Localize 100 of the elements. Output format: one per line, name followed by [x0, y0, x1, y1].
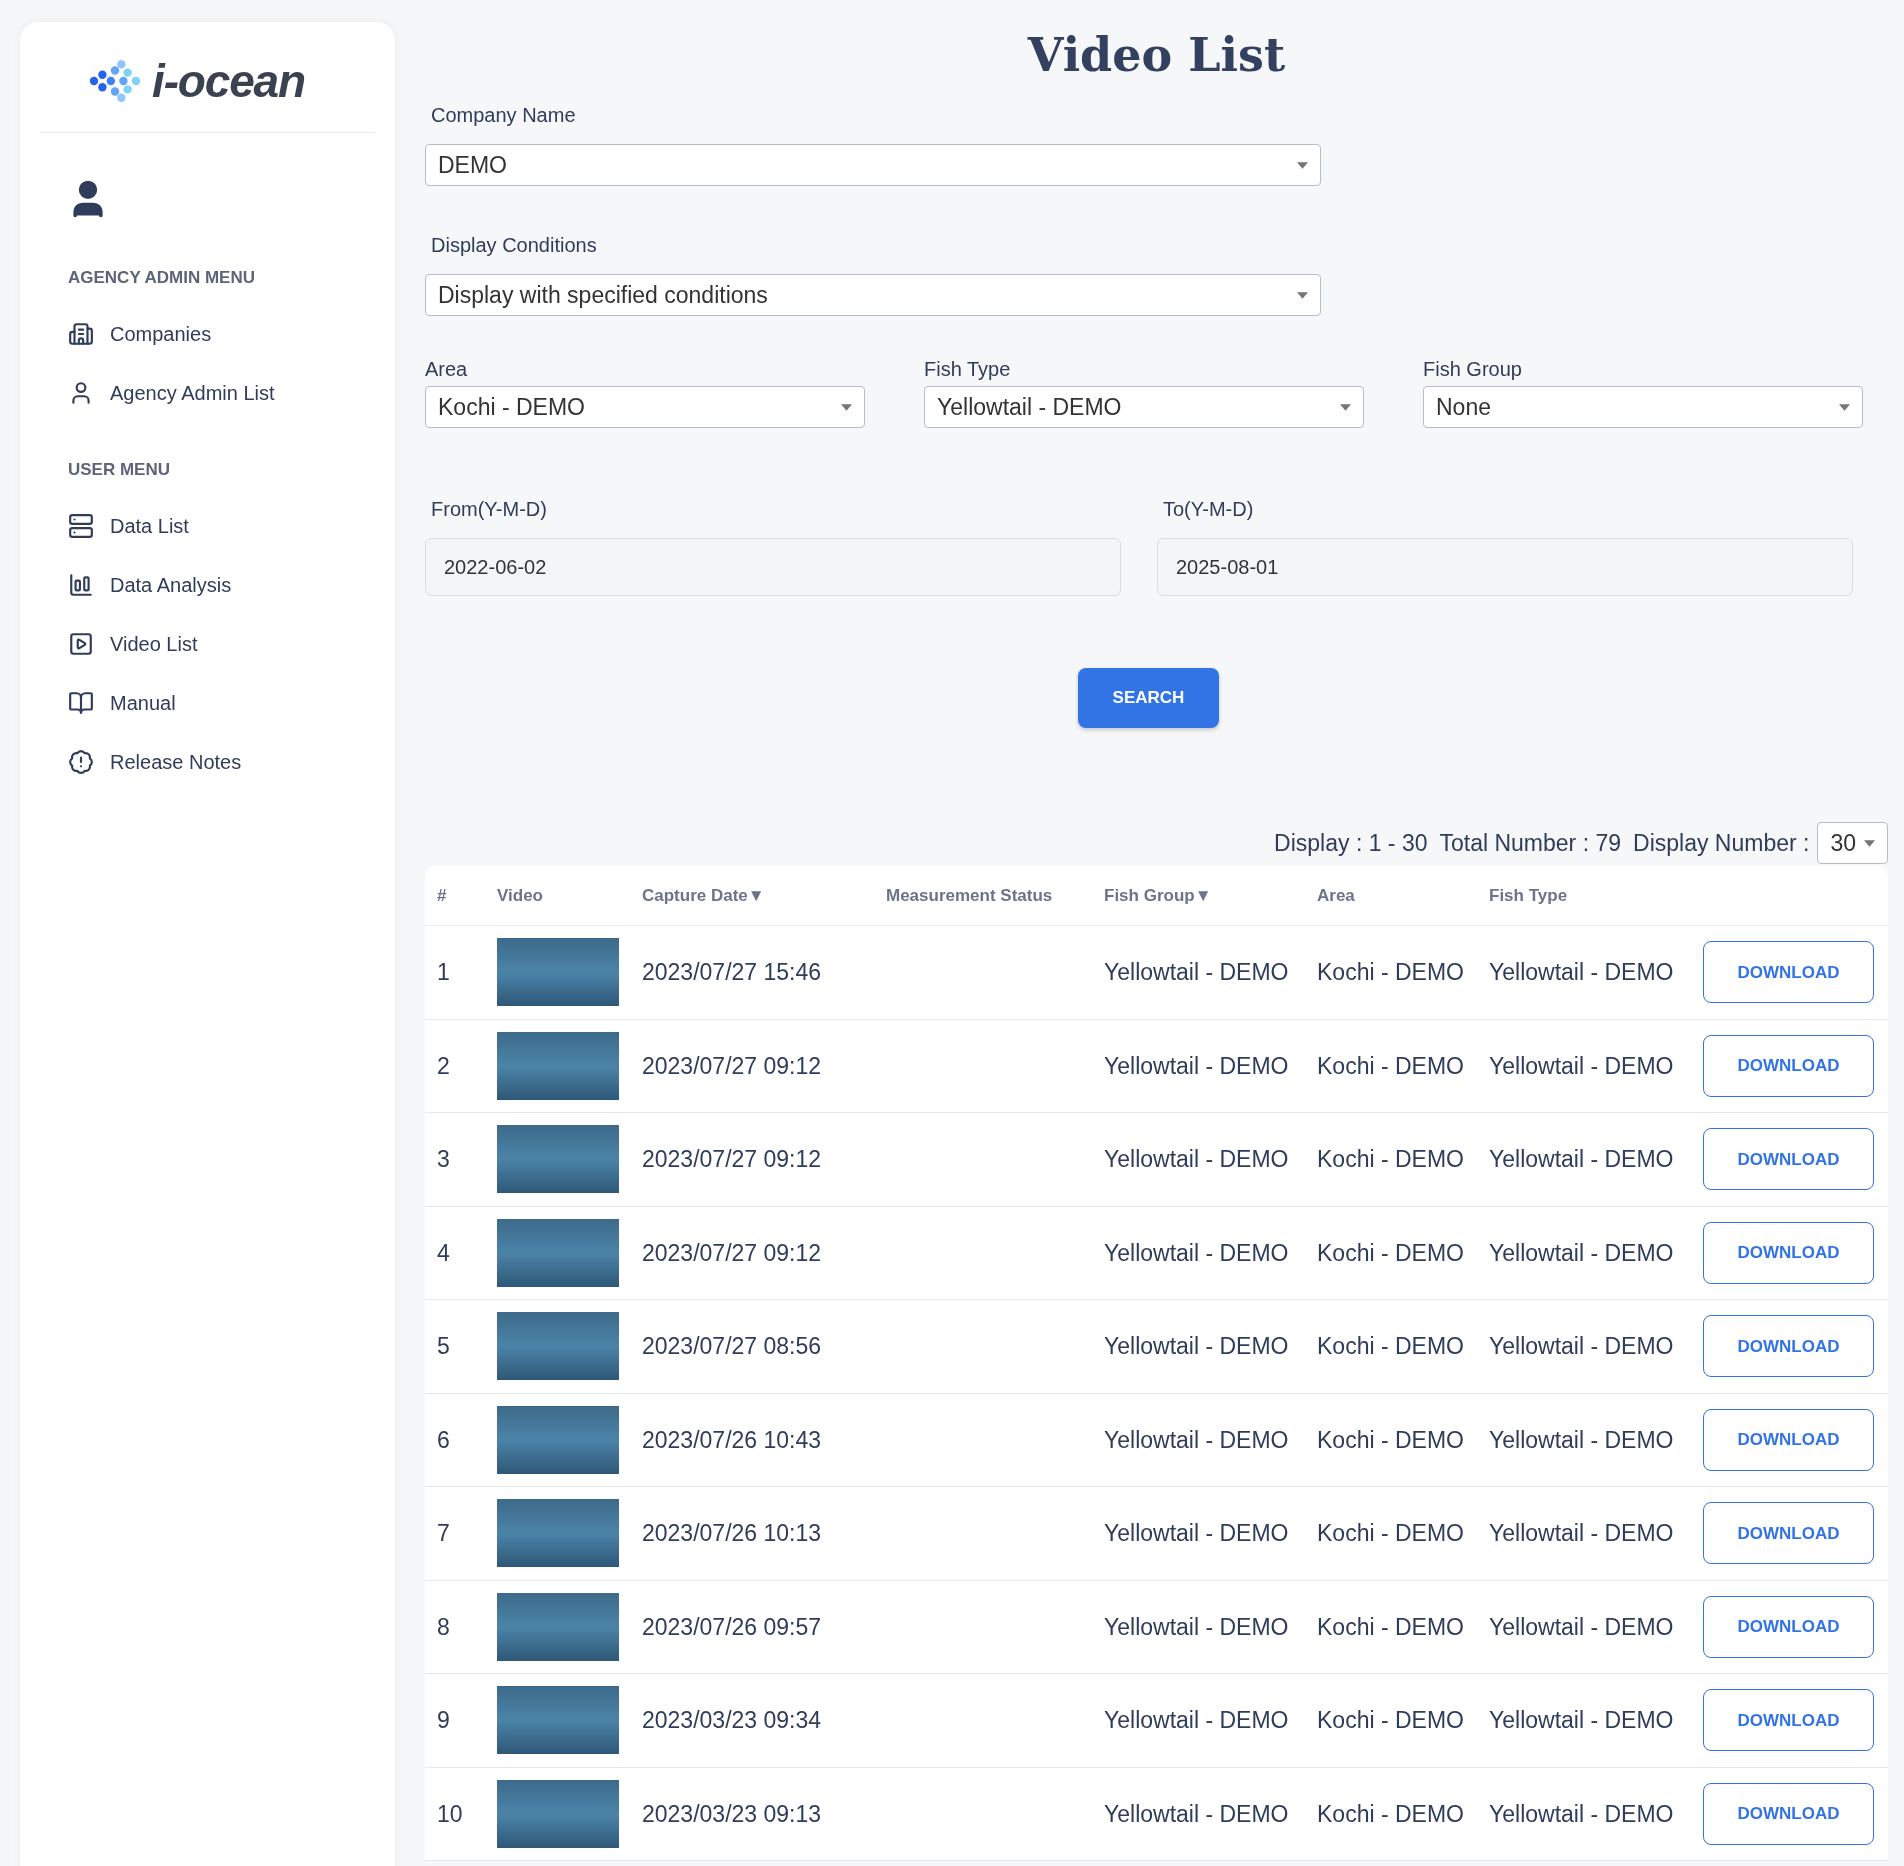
fish-group: Yellowtail - DEMO	[1104, 1329, 1317, 1364]
select-field[interactable]: DEMO	[425, 144, 1321, 186]
video-thumbnail[interactable]	[497, 938, 619, 1007]
capture-date: 2023/07/26 10:43	[642, 1425, 823, 1455]
row-number: 9	[437, 1706, 451, 1735]
download-button[interactable]: DOWNLOAD	[1703, 941, 1874, 1004]
video-thumbnail[interactable]	[497, 1405, 619, 1474]
column-header: Measurement Status	[886, 884, 1054, 907]
fish-type: Yellowtail - DEMO	[1489, 1332, 1675, 1361]
area: Kochi - DEMO	[1317, 1235, 1489, 1270]
download-button[interactable]: DOWNLOAD	[1703, 1595, 1874, 1658]
capture-date: 2023/07/27 15:46	[642, 958, 823, 987]
building-icon	[68, 321, 94, 347]
column-header[interactable]: Capture Date▼	[642, 882, 886, 909]
search-button[interactable]: SEARCH	[1078, 668, 1219, 728]
area: Kochi - DEMO	[1317, 1048, 1489, 1083]
bar-chart-icon	[68, 571, 94, 598]
select-field[interactable]: None	[1423, 386, 1863, 428]
video-thumbnail[interactable]	[497, 1592, 619, 1661]
fish-type: Yellowtail - DEMO	[1489, 1612, 1675, 1642]
caret-icon	[1297, 291, 1308, 299]
column-header[interactable]: Fish Group▼	[1104, 882, 1317, 909]
video-thumbnail[interactable]	[497, 1686, 619, 1755]
row-number: 8	[437, 1612, 451, 1642]
display-number-select[interactable]: 30	[1817, 822, 1888, 864]
fish-type: Yellowtail - DEMO	[1489, 1425, 1675, 1455]
fish-group: Yellowtail - DEMO	[1104, 1609, 1317, 1644]
capture-date: 2023/07/27 09:12	[642, 1145, 823, 1174]
video-thumbnail[interactable]	[497, 1125, 619, 1194]
column-header: Area	[1317, 884, 1356, 907]
row-number: 10	[437, 1799, 464, 1829]
select-field[interactable]: Kochi - DEMO	[425, 386, 865, 428]
sidebar-item[interactable]: Data List	[68, 496, 395, 555]
caret-icon	[1297, 161, 1308, 169]
row-number: 2	[437, 1051, 451, 1081]
area: Kochi - DEMO	[1317, 1796, 1489, 1831]
download-button[interactable]: DOWNLOAD	[1703, 1221, 1874, 1284]
download-button[interactable]: DOWNLOAD	[1703, 1782, 1874, 1845]
display-number-label: Display Number :	[1633, 828, 1810, 858]
field-label: Display Conditions	[431, 233, 598, 258]
caret-icon	[1839, 403, 1850, 411]
fish-group: Yellowtail - DEMO	[1104, 1048, 1317, 1083]
area: Kochi - DEMO	[1317, 1142, 1489, 1177]
column-header: Fish Type	[1489, 884, 1569, 907]
column-header: #	[437, 884, 448, 907]
fish-group: Yellowtail - DEMO	[1104, 1235, 1317, 1270]
fish-group: Yellowtail - DEMO	[1104, 1142, 1317, 1177]
caret-icon	[1340, 403, 1351, 411]
capture-date: 2023/07/26 10:13	[642, 1519, 823, 1548]
date-field[interactable]: 2025-08-01	[1157, 538, 1853, 596]
sidebar-item[interactable]: Agency Admin List	[68, 363, 395, 423]
menu-heading: AGENCY ADMIN MENU	[68, 267, 256, 289]
video-thumbnail[interactable]	[497, 1312, 619, 1381]
area: Kochi - DEMO	[1317, 1609, 1489, 1644]
area: Kochi - DEMO	[1317, 1516, 1489, 1551]
sidebar-item[interactable]: Companies	[68, 304, 395, 364]
download-button[interactable]: DOWNLOAD	[1703, 1034, 1874, 1097]
video-thumbnail[interactable]	[497, 1031, 619, 1100]
download-button[interactable]: DOWNLOAD	[1703, 1502, 1874, 1565]
fish-group: Yellowtail - DEMO	[1104, 1516, 1317, 1551]
column-header: Video	[497, 884, 544, 907]
field-label: From(Y-M-D)	[431, 497, 548, 522]
row-number: 3	[437, 1145, 451, 1174]
display-range: Display : 1 - 30	[1274, 828, 1428, 858]
book-icon	[68, 689, 94, 716]
download-button[interactable]: DOWNLOAD	[1703, 1408, 1874, 1471]
capture-date: 2023/07/27 09:12	[642, 1051, 823, 1081]
play-icon	[68, 630, 94, 657]
page-title: Video List	[1026, 27, 1287, 84]
video-thumbnail[interactable]	[497, 1218, 619, 1287]
capture-date: 2023/03/23 09:34	[642, 1706, 823, 1735]
row-number: 5	[437, 1332, 451, 1361]
fish-type: Yellowtail - DEMO	[1489, 1706, 1675, 1735]
sidebar-item[interactable]: Release Notes	[68, 732, 395, 791]
select-field[interactable]: Yellowtail - DEMO	[924, 386, 1364, 428]
download-button[interactable]: DOWNLOAD	[1703, 1689, 1874, 1752]
download-button[interactable]: DOWNLOAD	[1703, 1315, 1874, 1378]
area: Kochi - DEMO	[1317, 1329, 1489, 1364]
fish-type: Yellowtail - DEMO	[1489, 1238, 1675, 1268]
area: Kochi - DEMO	[1317, 1422, 1489, 1457]
alert-icon	[68, 748, 94, 775]
row-number: 6	[437, 1425, 451, 1455]
field-label: Company Name	[431, 103, 577, 128]
sidebar-item[interactable]: Video List	[68, 614, 395, 673]
fish-group: Yellowtail - DEMO	[1104, 955, 1317, 990]
caret-icon	[1864, 839, 1875, 847]
sidebar-item[interactable]: Data Analysis	[68, 555, 395, 614]
download-button[interactable]: DOWNLOAD	[1703, 1128, 1874, 1191]
total-number: Total Number : 79	[1439, 828, 1621, 858]
field-label: Fish Group	[1423, 357, 1523, 382]
fish-type: Yellowtail - DEMO	[1489, 958, 1675, 987]
video-thumbnail[interactable]	[497, 1779, 619, 1848]
date-field[interactable]: 2022-06-02	[425, 538, 1121, 596]
select-field[interactable]: Display with specified conditions	[425, 274, 1321, 316]
fish-type: Yellowtail - DEMO	[1489, 1519, 1675, 1548]
video-thumbnail[interactable]	[497, 1499, 619, 1568]
field-label: To(Y-M-D)	[1163, 497, 1255, 522]
sidebar-item[interactable]: Manual	[68, 673, 395, 732]
field-label: Fish Type	[924, 357, 1012, 382]
row-number: 4	[437, 1238, 451, 1268]
